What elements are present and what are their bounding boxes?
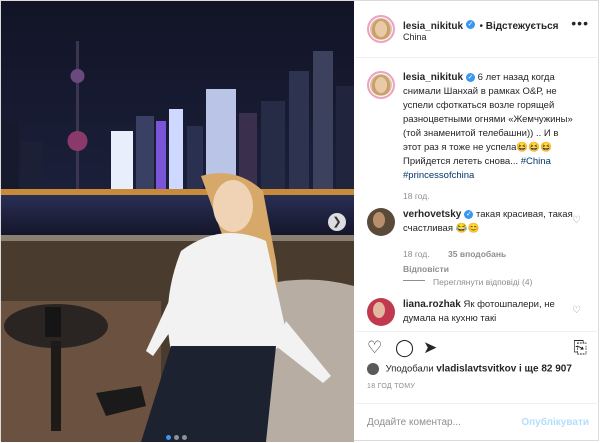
avatar-face xyxy=(373,302,385,318)
comments-list: lesia_nikituk ✓ 6 лет назад когда снимали… xyxy=(355,58,599,330)
likes-count[interactable]: і ще 82 907 xyxy=(519,364,572,375)
post-header: lesia_nikituk ✓ • Відстежується China ••• xyxy=(355,1,599,58)
comment-input[interactable]: Додайте коментар... xyxy=(367,417,461,428)
caption-avatar[interactable] xyxy=(367,71,395,99)
follow-status-button[interactable]: Відстежується xyxy=(486,21,559,32)
caption-time: 18 год. xyxy=(403,191,430,201)
more-options-icon[interactable]: ••• xyxy=(571,15,589,31)
share-icon[interactable]: ➤ xyxy=(423,338,437,358)
view-replies[interactable]: Переглянути відповіді (4) xyxy=(403,272,532,290)
replies-line xyxy=(403,280,425,282)
comment-item: liana.rozhak Як фотошпалери, не думала н… xyxy=(367,298,587,330)
caption-username[interactable]: lesia_nikituk xyxy=(403,72,463,83)
verified-badge-icon: ✓ xyxy=(466,72,476,82)
heart-icon[interactable]: ♡ xyxy=(367,338,382,358)
comment-like-heart-icon[interactable]: ♡ xyxy=(572,214,581,228)
carousel-dot xyxy=(181,435,187,440)
avatar-face xyxy=(375,77,387,93)
comment-meta: 18 год. 35 вподобань Відповісти xyxy=(403,244,506,274)
avatar[interactable] xyxy=(367,15,395,43)
action-bar: ♡ ◯ ➤ ⎘ xyxy=(355,331,599,362)
location-link[interactable]: China xyxy=(403,32,427,42)
liker-avatar[interactable] xyxy=(367,363,379,375)
view-replies-label: Переглянути відповіді (4) xyxy=(433,277,533,287)
verified-badge-icon: ✓ xyxy=(466,20,476,30)
comment-likes[interactable]: 35 вподобань xyxy=(448,249,506,259)
header-username[interactable]: lesia_nikituk xyxy=(403,21,463,32)
post-side-panel: lesia_nikituk ✓ • Відстежується China •••… xyxy=(355,1,599,442)
carousel-dot-active xyxy=(165,435,171,440)
avatar-face xyxy=(373,212,385,228)
shanghai-night-photo xyxy=(1,1,354,442)
comment-like-heart-icon[interactable]: ♡ xyxy=(572,304,581,318)
carousel-dot xyxy=(173,435,179,440)
publish-button[interactable]: Опублікувати xyxy=(521,417,589,428)
comment-avatar[interactable] xyxy=(367,298,395,326)
comment-avatar[interactable] xyxy=(367,208,395,236)
comment-time: 18 год. xyxy=(403,249,430,259)
liker-username[interactable]: vladislavtsvitkov xyxy=(436,364,516,375)
comment-icon[interactable]: ◯ xyxy=(395,338,414,358)
post-photo[interactable]: ❯ xyxy=(1,1,354,442)
add-comment-bar: Додайте коментар... Опублікувати xyxy=(355,403,599,443)
caption: lesia_nikituk ✓ 6 лет назад когда снимали… xyxy=(367,71,587,189)
avatar-face xyxy=(375,21,387,37)
likes-prefix: Уподобали xyxy=(385,363,434,375)
carousel-dots xyxy=(164,427,188,442)
comment-username[interactable]: verhovetsky xyxy=(403,209,461,220)
caption-text-block: lesia_nikituk ✓ 6 лет назад когда снимали… xyxy=(403,71,573,183)
next-photo-arrow[interactable]: ❯ xyxy=(328,213,346,231)
caption-body: 6 лет назад когда снимали Шанхай в рамка… xyxy=(403,72,573,167)
comment-text-block: verhovetsky ✓ такая красивая, такая счаст… xyxy=(403,208,573,236)
bookmark-icon[interactable]: ⎘ xyxy=(573,338,587,358)
comment-text-block: liana.rozhak Як фотошпалери, не думала н… xyxy=(403,298,573,326)
instagram-post: ❯ lesia_nikituk ✓ • Відстежується China •… xyxy=(0,0,599,442)
comment-username[interactable]: liana.rozhak xyxy=(403,299,461,310)
post-timestamp[interactable]: 18 ГОД ТОМУ xyxy=(367,383,415,390)
likes-summary: Уподобали vladislavtsvitkov і ще 82 907 xyxy=(367,363,572,375)
verified-badge-icon: ✓ xyxy=(464,209,474,219)
